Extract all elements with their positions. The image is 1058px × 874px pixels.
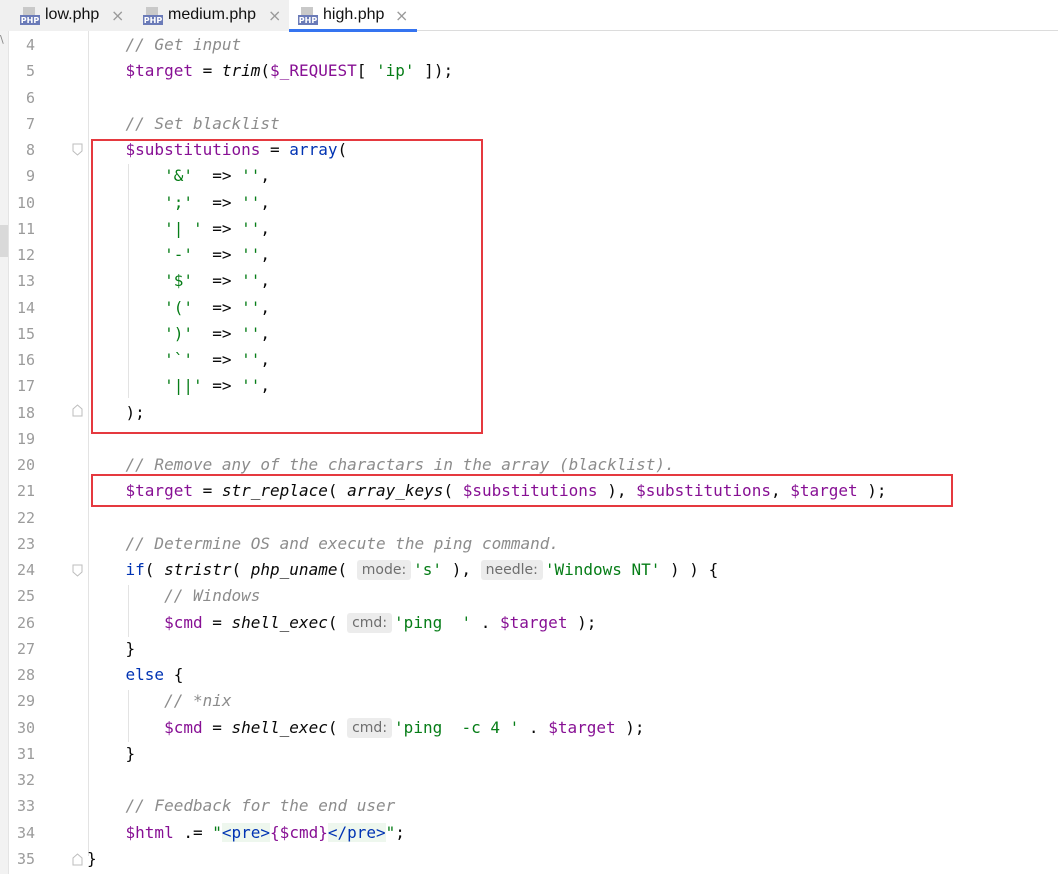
line-number: 18	[16, 404, 35, 422]
code-line-4: // Get input	[125, 35, 242, 54]
line-number: 30	[16, 719, 35, 737]
tab-label: medium.php	[168, 6, 257, 23]
line-number: 15	[16, 325, 35, 343]
tab-label: high.php	[323, 6, 385, 23]
line-number: 26	[16, 614, 35, 632]
line-number: 11	[16, 220, 35, 238]
line-number: 10	[16, 194, 35, 212]
code-line-26: $cmd = shell_exec( cmd:'ping ' . $target…	[164, 613, 597, 633]
line-number: 16	[16, 351, 35, 369]
code-line-14: '(' => '',	[164, 298, 271, 317]
line-number: 24	[16, 561, 35, 579]
fold-close-icon[interactable]	[72, 404, 83, 417]
line-number: 27	[16, 640, 35, 658]
code-line-21: $target = str_replace( array_keys( $subs…	[125, 481, 887, 500]
code-line-28: else {	[125, 665, 184, 684]
line-number: 8	[25, 141, 35, 159]
param-hint-cmd: cmd:	[347, 613, 393, 633]
code-line-17: '||' => '',	[164, 376, 271, 395]
fold-open-icon[interactable]	[72, 143, 83, 156]
line-number: 34	[16, 824, 35, 842]
line-number: 25	[16, 587, 35, 605]
svg-text:PHP: PHP	[144, 16, 163, 25]
param-hint-mode: mode:	[356, 560, 412, 580]
code-line-27: }	[125, 639, 136, 658]
fold-open-icon[interactable]	[72, 564, 83, 577]
line-number: 35	[16, 850, 35, 868]
code-line-10: ';' => '',	[164, 193, 271, 212]
line-number: 21	[16, 482, 35, 500]
code-line-29: // *nix	[164, 691, 232, 710]
line-number: 4	[25, 36, 35, 54]
line-number: 17	[16, 377, 35, 395]
close-icon[interactable]: ×	[395, 6, 408, 25]
line-number: 20	[16, 456, 35, 474]
tab-label: low.php	[45, 6, 100, 23]
line-number: 19	[16, 430, 35, 448]
code-line-13: '$' => '',	[164, 271, 271, 290]
code-line-15: ')' => '',	[164, 324, 271, 343]
line-number: 29	[16, 692, 35, 710]
code-line-16: '`' => '',	[164, 350, 271, 369]
code-line-18: );	[125, 403, 145, 422]
php-file-icon: PHP	[20, 7, 40, 25]
line-number: 32	[16, 771, 35, 789]
code-line-24: if( stristr( php_uname( mode:'s' ), need…	[125, 560, 719, 580]
code-line-30: $cmd = shell_exec( cmd:'ping -c 4 ' . $t…	[164, 718, 645, 738]
php-file-icon: PHP	[298, 7, 318, 25]
code-line-7: // Set blacklist	[125, 114, 280, 133]
param-hint-needle: needle:	[480, 560, 543, 580]
code-line-20: // Remove any of the charactars in the a…	[125, 455, 675, 474]
line-number: 6	[25, 89, 35, 107]
close-icon[interactable]: ×	[268, 6, 281, 25]
code-line-33: // Feedback for the end user	[125, 796, 396, 815]
php-file-icon: PHP	[143, 7, 163, 25]
fold-close-icon[interactable]	[72, 853, 83, 866]
param-hint-cmd: cmd:	[347, 718, 393, 738]
line-number: 31	[16, 745, 35, 763]
code-line-9: '&' => '',	[164, 166, 271, 185]
line-number: 23	[16, 535, 35, 553]
svg-text:PHP: PHP	[299, 16, 318, 25]
line-number: 13	[16, 272, 35, 290]
editor-tab-bar: PHP low.php × PHP medium.php × PHP high.…	[0, 0, 1058, 32]
code-line-35: }	[87, 849, 97, 868]
line-number: 28	[16, 666, 35, 684]
svg-text:PHP: PHP	[21, 16, 40, 25]
line-number: 5	[25, 62, 35, 80]
code-line-25: // Windows	[164, 586, 261, 605]
line-number: 12	[16, 246, 35, 264]
close-icon[interactable]: ×	[111, 6, 124, 25]
line-number: 14	[16, 299, 35, 317]
line-number: 33	[16, 797, 35, 815]
code-line-11: '| ' => '',	[164, 219, 271, 238]
code-line-5: $target = trim($_REQUEST[ 'ip' ]);	[125, 61, 454, 80]
tab-medium-php[interactable]: PHP medium.php ×	[133, 0, 289, 31]
line-number: 7	[25, 115, 35, 133]
code-line-31: }	[125, 744, 136, 763]
tab-high-php[interactable]: PHP high.php ×	[289, 0, 417, 32]
code-line-23: // Determine OS and execute the ping com…	[125, 534, 560, 553]
line-number: 22	[16, 509, 35, 527]
code-line-8: $substitutions = array(	[125, 140, 348, 159]
tab-low-php[interactable]: PHP low.php ×	[0, 0, 133, 31]
code-line-34: $html .= "<pre>{$cmd}</pre>";	[125, 823, 405, 842]
code-line-12: '-' => '',	[164, 245, 271, 264]
line-number: 9	[25, 167, 35, 185]
